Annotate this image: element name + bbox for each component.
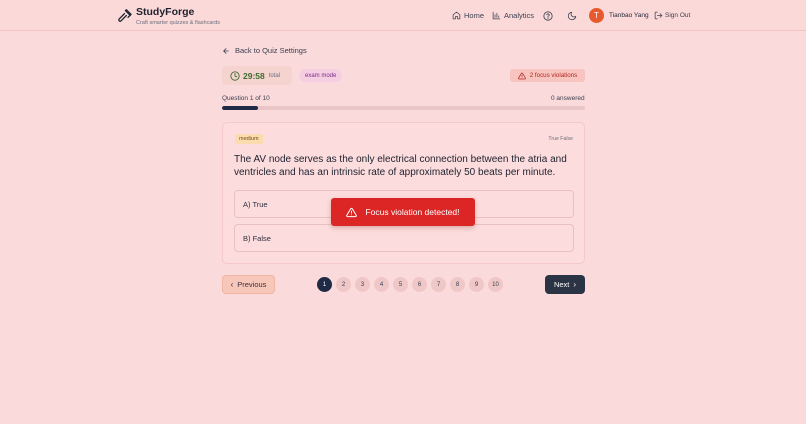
theme-toggle-button[interactable] <box>567 0 577 31</box>
focus-violations-badge: 2 focus violations <box>510 69 585 82</box>
help-button[interactable] <box>543 0 553 31</box>
violations-text: 2 focus violations <box>529 72 578 79</box>
page-button-3[interactable]: 3 <box>355 277 370 292</box>
timer-label: total <box>268 72 281 79</box>
sign-out-label: Sign Out <box>665 12 691 19</box>
clock-icon <box>230 70 240 81</box>
top-navbar: StudyForge Craft smarter quizzes & flash… <box>0 0 806 31</box>
log-out-icon <box>654 11 663 20</box>
next-label: Next <box>553 280 570 289</box>
question-progress-label: Question 1 of 10 <box>222 95 270 102</box>
page-button-9[interactable]: 9 <box>469 277 484 292</box>
question-type-label: True False <box>548 136 573 142</box>
timer-value: 29:58 <box>243 70 265 81</box>
page-button-1[interactable]: 1 <box>317 277 332 292</box>
page-button-7[interactable]: 7 <box>431 277 446 292</box>
back-label: Back to Quiz Settings <box>235 46 307 55</box>
user-name: Tianbao Yang <box>609 12 649 19</box>
page-button-5[interactable]: 5 <box>393 277 408 292</box>
next-button[interactable]: Next › <box>545 275 585 294</box>
moon-icon <box>567 11 577 20</box>
nav-analytics[interactable]: Analytics <box>492 11 534 20</box>
difficulty-badge: medium <box>235 134 263 144</box>
arrow-left-icon <box>223 47 229 54</box>
brand-tagline: Craft smarter quizzes & flashcards <box>136 20 221 26</box>
back-to-settings-link[interactable]: Back to Quiz Settings <box>222 46 307 55</box>
page-button-4[interactable]: 4 <box>374 277 389 292</box>
progress-bar <box>222 106 585 110</box>
hammer-icon <box>118 9 132 22</box>
page-button-8[interactable]: 8 <box>450 277 465 292</box>
focus-violation-toast: Focus violation detected! <box>331 198 475 226</box>
toast-message: Focus violation detected! <box>365 207 460 217</box>
avatar: T <box>589 8 604 23</box>
chevron-left-icon: ‹ <box>230 280 234 289</box>
progress-bar-fill <box>222 106 259 110</box>
page-button-6[interactable]: 6 <box>412 277 427 292</box>
home-icon <box>452 11 461 20</box>
timer: 29:58 total <box>222 66 292 85</box>
question-pagination: 1 2 3 4 5 6 7 8 9 10 <box>317 277 507 292</box>
warning-triangle-icon <box>346 207 358 217</box>
page-button-10[interactable]: 10 <box>488 277 503 292</box>
brand-name: StudyForge <box>136 6 195 18</box>
bar-chart-icon <box>492 11 501 20</box>
page-button-2[interactable]: 2 <box>336 277 351 292</box>
user-menu[interactable]: T Tianbao Yang <box>589 0 649 31</box>
question-card: medium True False The AV node serves as … <box>222 122 585 264</box>
sign-out-button[interactable]: Sign Out <box>654 11 690 20</box>
warning-triangle-icon <box>517 72 526 79</box>
exam-mode-badge: exam mode <box>299 69 343 82</box>
chevron-right-icon: › <box>573 280 577 289</box>
previous-button[interactable]: ‹ Previous <box>222 275 275 294</box>
nav-home-label: Home <box>464 11 485 20</box>
nav-home[interactable]: Home <box>452 11 484 20</box>
previous-label: Previous <box>237 280 267 289</box>
help-circle-icon <box>543 10 553 21</box>
brand-logo[interactable]: StudyForge Craft smarter quizzes & flash… <box>117 6 220 27</box>
question-text: The AV node serves as the only electrica… <box>234 154 567 178</box>
answer-option-false[interactable]: B) False <box>234 224 574 252</box>
answered-count: 0 answered <box>551 95 585 102</box>
nav-analytics-label: Analytics <box>504 11 535 20</box>
